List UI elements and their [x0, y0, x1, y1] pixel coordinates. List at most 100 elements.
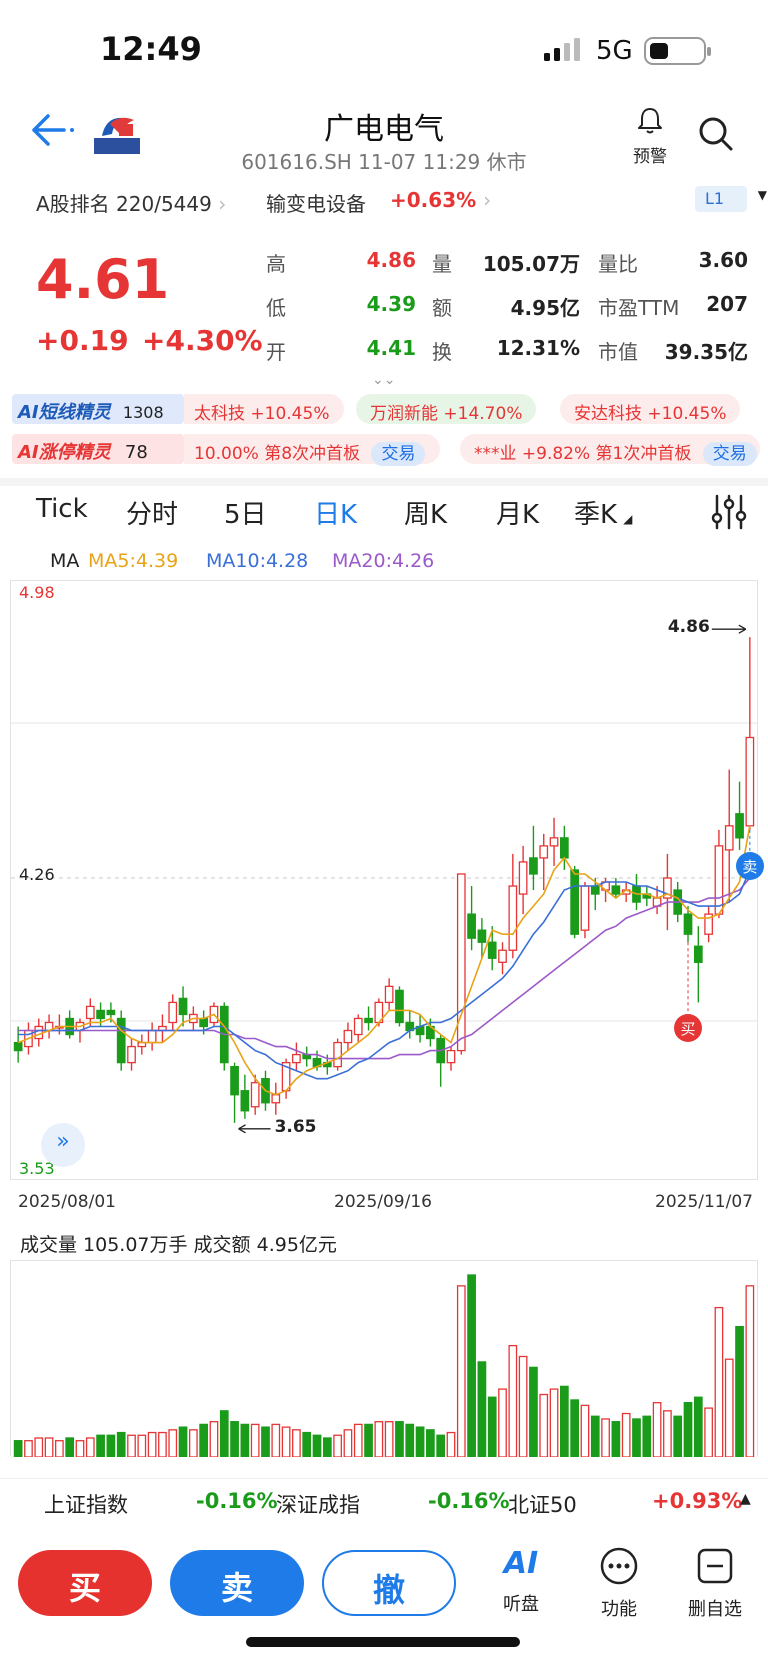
- volume-bar: [188, 1429, 198, 1458]
- tab-monthly-k[interactable]: 月K: [496, 494, 539, 531]
- trade-button[interactable]: 交易: [371, 442, 426, 466]
- candle-body: [735, 813, 744, 839]
- volume-bar: [395, 1421, 404, 1458]
- ai-limit-up-badge[interactable]: AI涨停精灵 78: [12, 434, 184, 464]
- candle-body: [343, 1029, 353, 1044]
- caret-down-icon: ◢: [623, 512, 633, 526]
- volume-bar: [611, 1421, 621, 1458]
- volume-bar: [632, 1418, 641, 1458]
- volume-bar: [446, 1431, 456, 1458]
- volume-bar: [735, 1325, 744, 1458]
- ai-ticker-item[interactable]: 安达科技 +10.45%: [560, 394, 740, 424]
- home-indicator: [246, 1637, 520, 1647]
- tab-5day[interactable]: 5日: [224, 494, 267, 531]
- cancel-order-button[interactable]: 撤: [322, 1550, 456, 1616]
- trade-button[interactable]: 交易: [702, 442, 757, 466]
- volume-bar: [436, 1434, 446, 1458]
- divider: [0, 478, 768, 486]
- x-axis-labels: 2025/08/01 2025/09/16 2025/11/07: [0, 1192, 768, 1218]
- a-share-rank[interactable]: A股排名 220/5449 ›: [36, 188, 226, 217]
- candle-body: [384, 985, 394, 1004]
- bell-icon: [638, 108, 662, 134]
- ai-ticker-item[interactable]: 万润新能 +14.70%: [356, 394, 536, 424]
- volume-bar: [96, 1434, 105, 1458]
- candle-body: [292, 1053, 301, 1064]
- level-selector[interactable]: L1 ▼: [695, 186, 767, 212]
- search-icon[interactable]: [696, 114, 736, 154]
- price-change-pct: +4.30%: [142, 324, 263, 357]
- tab-quarterly-k[interactable]: 季K ◢: [574, 494, 632, 531]
- period-tabs: Tick 分时 5日 日K 周K 月K 季K ◢: [0, 490, 768, 546]
- caret-up-icon[interactable]: ▲: [740, 1491, 751, 1507]
- buy-button[interactable]: 买: [18, 1550, 152, 1616]
- last-price: 4.61: [36, 248, 170, 311]
- functions-icon: [600, 1547, 638, 1585]
- volume-bar: [384, 1421, 394, 1458]
- tab-weekly-k[interactable]: 周K: [404, 494, 447, 531]
- candle-body: [508, 885, 518, 951]
- candle-body: [529, 857, 538, 875]
- sell-button[interactable]: 卖: [170, 1550, 304, 1616]
- candle-body: [498, 949, 507, 963]
- volume-bar: [302, 1431, 312, 1458]
- candle-body: [714, 845, 724, 915]
- volume-bar: [529, 1366, 538, 1458]
- ai-short-line-badge[interactable]: AI短线精灵 1308: [12, 394, 184, 424]
- tab-daily-k[interactable]: 日K: [314, 494, 357, 531]
- ma20-line: [18, 877, 751, 1060]
- remove-watchlist-button[interactable]: 删自选: [680, 1546, 750, 1621]
- candle-body: [745, 736, 755, 827]
- candle-body: [13, 1041, 23, 1052]
- tab-intraday[interactable]: 分时: [126, 494, 178, 531]
- sell-signal-marker[interactable]: 卖: [735, 851, 764, 880]
- ai-limit-item[interactable]: ***业 +9.82% 第1次冲首板 交易: [460, 434, 760, 466]
- volume-bar: [621, 1412, 631, 1458]
- index-bar[interactable]: 上证指数 -0.16% 深证成指 -0.16% 北证50 +0.93% ▲: [0, 1478, 768, 1522]
- index-name: 深证成指: [276, 1493, 360, 1517]
- ai-ticker-item[interactable]: 太科技 +10.45%: [184, 394, 344, 424]
- volume-bar: [250, 1423, 260, 1458]
- stat-value: 4.86: [366, 248, 416, 272]
- candle-body: [559, 837, 569, 859]
- volume-bar: [147, 1431, 157, 1458]
- candle-body: [446, 1049, 456, 1064]
- tab-tick[interactable]: Tick: [36, 494, 88, 524]
- sector-change[interactable]: +0.63% ›: [390, 188, 491, 212]
- volume-bar: [405, 1423, 415, 1458]
- volume-bar: [116, 1431, 126, 1458]
- volume-bar: [24, 1440, 33, 1458]
- stat-label: 开: [266, 340, 286, 364]
- candle-body: [106, 1009, 116, 1016]
- bottom-action-bar: 买 卖 撤 AI 听盘 功能 删自选: [0, 1538, 768, 1648]
- buy-signal-marker[interactable]: 买: [674, 1014, 702, 1043]
- chart-settings-icon[interactable]: [710, 492, 748, 532]
- rank-row: A股排名 220/5449 › 输变电设备 +0.63% › L1 ▼: [0, 176, 768, 226]
- volume-bar: [745, 1285, 755, 1458]
- sector-name[interactable]: 输变电设备: [266, 188, 366, 217]
- ai-limit-item[interactable]: 10.00% 第8次冲首板 交易: [184, 434, 440, 466]
- expand-history-icon[interactable]: »: [41, 1123, 85, 1167]
- ai-listen-button[interactable]: AI 听盘: [486, 1546, 556, 1616]
- alert-button[interactable]: 预警: [628, 106, 672, 167]
- candle-body: [85, 1005, 95, 1020]
- stat-value: 207: [706, 292, 748, 316]
- volume-bar: [55, 1440, 64, 1458]
- volume-chart[interactable]: [10, 1260, 758, 1458]
- volume-bar: [518, 1355, 528, 1458]
- candle-body: [724, 825, 734, 851]
- chevron-right-icon: ›: [483, 188, 492, 212]
- volume-bar: [240, 1423, 250, 1458]
- volume-bar: [652, 1402, 662, 1458]
- candle-body: [240, 1090, 250, 1112]
- stat-label: 量: [432, 252, 452, 276]
- ma-label: MA: [50, 550, 80, 572]
- battery-icon: [644, 37, 711, 65]
- index-name: 北证50: [508, 1493, 577, 1517]
- volume-bar: [590, 1415, 600, 1458]
- kline-chart[interactable]: 4.98 4.26 3.53 » 4.86 3.65 卖 买: [10, 580, 764, 1180]
- expand-stats-icon[interactable]: ⌄⌄: [372, 372, 395, 388]
- volume-bar: [199, 1423, 209, 1458]
- functions-button[interactable]: 功能: [584, 1546, 654, 1621]
- volume-bar: [106, 1434, 116, 1458]
- volume-bar: [642, 1415, 652, 1458]
